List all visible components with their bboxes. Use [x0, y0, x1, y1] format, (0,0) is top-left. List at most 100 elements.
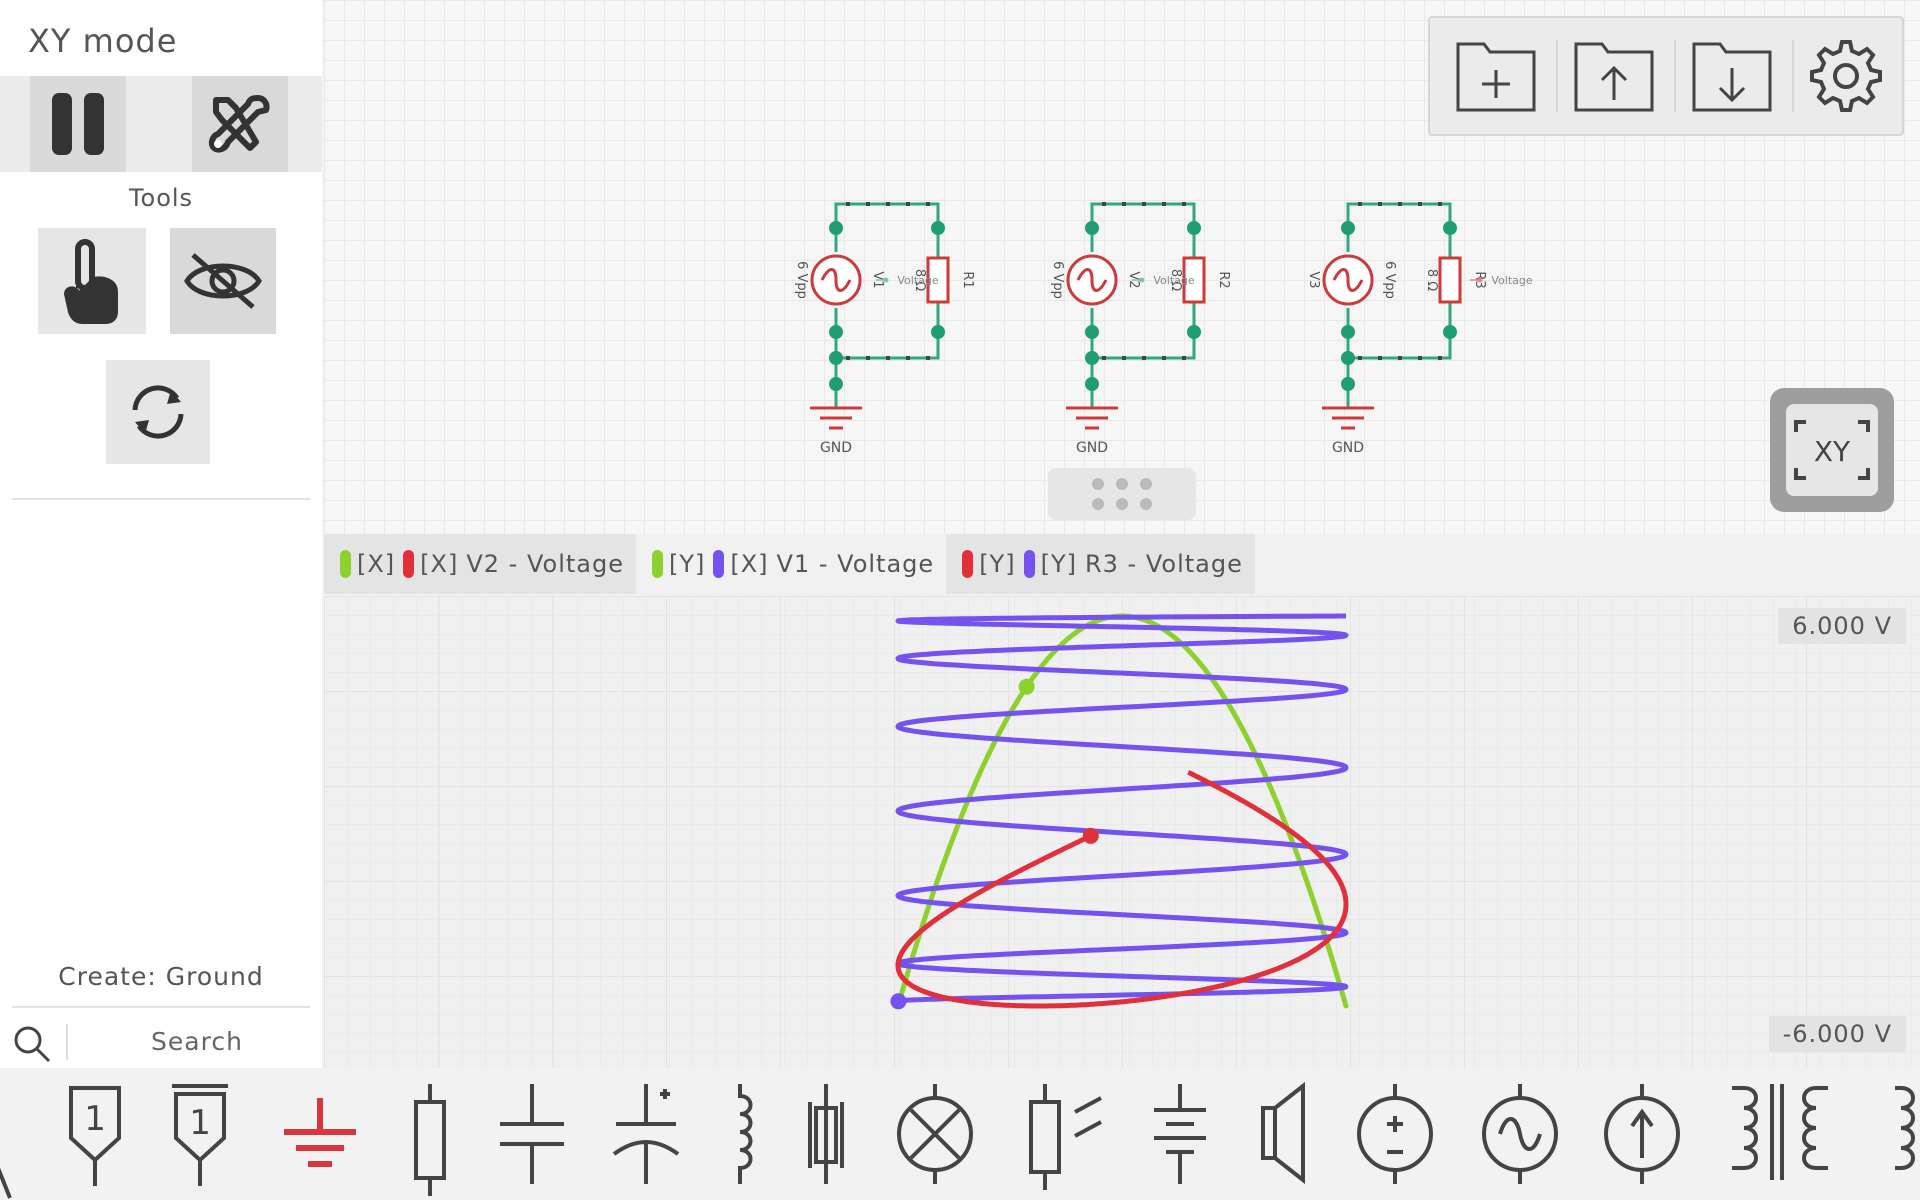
drag-dots-icon: [1092, 478, 1152, 510]
scope-tab-r3-voltage[interactable]: [Y] [Y] R3 - Voltage: [946, 534, 1255, 594]
circuit-node[interactable]: [931, 325, 945, 339]
wire-dot: [1398, 202, 1402, 206]
circuit-node[interactable]: [829, 377, 843, 391]
circuit-node[interactable]: [1085, 377, 1099, 391]
eye-off-icon: [184, 253, 262, 309]
visibility-toggle-button[interactable]: [170, 228, 276, 334]
xy-label: XY: [1814, 435, 1851, 468]
wire-dot: [1162, 202, 1166, 206]
pointer-hand-icon: [63, 239, 118, 324]
folder-download-icon: [1692, 42, 1772, 112]
folder-upload-icon: [1574, 42, 1654, 112]
ground-label: GND: [1332, 440, 1364, 456]
circuit-v2[interactable]: GND6 Vpp V2 8 Ω R2Voltage: [1050, 202, 1231, 456]
battery-icon[interactable]: [1154, 1084, 1206, 1184]
inductor-icon[interactable]: [738, 1084, 753, 1184]
folder-plus-icon: [1456, 42, 1536, 112]
circuit-node[interactable]: [931, 221, 945, 235]
new-file-button[interactable]: [1446, 28, 1546, 124]
resistor-value-label: 8 Ω: [1424, 269, 1439, 291]
wire: [834, 332, 940, 360]
wire-dot: [1358, 356, 1362, 360]
search-icon[interactable]: [12, 1024, 52, 1064]
circuit-node[interactable]: [1085, 221, 1099, 235]
wire-dot: [1182, 202, 1186, 206]
settings-button[interactable]: [1796, 28, 1896, 124]
tab-y-tag: [Y]: [668, 550, 706, 578]
pause-icon: [52, 93, 104, 155]
circuit-node[interactable]: [1085, 351, 1099, 365]
wire: [1090, 332, 1196, 360]
tools-label: Tools: [128, 184, 194, 212]
circuit-v3[interactable]: GNDV36 Vpp8 ΩR3Voltage: [1306, 202, 1533, 456]
wire-dot: [866, 202, 870, 206]
resistor-icon[interactable]: [414, 1084, 446, 1196]
save-file-button[interactable]: [1682, 28, 1782, 124]
photoresistor-icon[interactable]: [1029, 1084, 1102, 1190]
search-input[interactable]: [80, 1020, 314, 1062]
transformer-icon[interactable]: [1732, 1084, 1828, 1180]
circuit-node[interactable]: [1187, 221, 1201, 235]
tools-button[interactable]: [192, 76, 288, 172]
open-file-button[interactable]: [1564, 28, 1664, 124]
wire-dot: [1378, 202, 1382, 206]
circuit-node[interactable]: [1341, 377, 1355, 391]
label-1-bar-icon[interactable]: 1: [172, 1084, 228, 1186]
circuit-node[interactable]: [1443, 325, 1457, 339]
circuit-node[interactable]: [1341, 325, 1355, 339]
wire-dot: [886, 202, 890, 206]
lamp-icon[interactable]: [897, 1084, 973, 1184]
ac-voltage-source-icon[interactable]: [1482, 1084, 1558, 1184]
wire-dot: [1438, 356, 1442, 360]
triangle-source-icon[interactable]: [0, 1148, 12, 1199]
wire-dot: [1142, 356, 1146, 360]
scope-tab-v2-voltage[interactable]: [X] [X] V2 - Voltage: [324, 534, 636, 594]
xy-plot: [890, 613, 1349, 1010]
tab-x-tag: [Y]: [1040, 550, 1077, 578]
circuit-node[interactable]: [1443, 221, 1457, 235]
circuit-node[interactable]: [1341, 351, 1355, 365]
wire-dot: [1162, 356, 1166, 360]
circuit-node[interactable]: [1341, 221, 1355, 235]
circuit-node[interactable]: [1187, 325, 1201, 339]
circuit-node[interactable]: [829, 325, 843, 339]
label-1-icon[interactable]: 1: [69, 1086, 121, 1186]
capacitor-icon[interactable]: [500, 1084, 564, 1184]
circuit-node[interactable]: [829, 351, 843, 365]
current-source-icon[interactable]: [1604, 1084, 1680, 1184]
series-color-swatch: [713, 550, 725, 578]
scope-tabs: [X] [X] V2 - Voltage [Y] [X] V1 - Voltag…: [324, 534, 1255, 594]
xy-mode-button[interactable]: XY: [1770, 388, 1894, 512]
inductor-partial-icon[interactable]: [1895, 1086, 1915, 1170]
refresh-button[interactable]: [106, 360, 210, 464]
wire-dot: [1122, 202, 1126, 206]
mode-title: XY mode: [28, 22, 178, 60]
wire-dot: [1378, 356, 1382, 360]
dc-voltage-source-icon[interactable]: [1357, 1084, 1433, 1184]
series-color-swatch: [403, 550, 415, 578]
resistor-name-label: R1: [960, 271, 975, 288]
wire-dot: [1418, 356, 1422, 360]
speaker-icon[interactable]: [1261, 1081, 1305, 1185]
series-color-swatch: [340, 550, 351, 578]
probe-point: [1139, 277, 1145, 283]
component-palette: 11: [0, 1068, 1920, 1200]
tab-name: V2 - Voltage: [466, 550, 624, 578]
select-tool-button[interactable]: [38, 228, 146, 334]
tab-y-tag: [Y]: [979, 550, 1016, 578]
circuit-v1[interactable]: GND6 Vpp V1 8 Ω R1Voltage: [794, 202, 975, 456]
pause-button[interactable]: [30, 76, 126, 172]
ground-icon[interactable]: [284, 1098, 356, 1167]
resistor-icon[interactable]: [1438, 256, 1462, 304]
crystal-icon[interactable]: [808, 1084, 844, 1184]
panel-resize-handle[interactable]: [1048, 468, 1196, 520]
wire-dot: [1358, 202, 1362, 206]
scope-tab-v1-voltage[interactable]: [Y] [X] V1 - Voltage: [636, 534, 946, 594]
circuit-node[interactable]: [829, 221, 843, 235]
wire: [1090, 202, 1196, 228]
circuit-node[interactable]: [1085, 325, 1099, 339]
polarized-capacitor-icon[interactable]: [612, 1084, 680, 1184]
scope-plot-area[interactable]: 6.000 V -6.000 V: [324, 596, 1920, 1068]
source-value-label: 6 Vpp: [1050, 261, 1065, 299]
wire-dot: [1398, 356, 1402, 360]
